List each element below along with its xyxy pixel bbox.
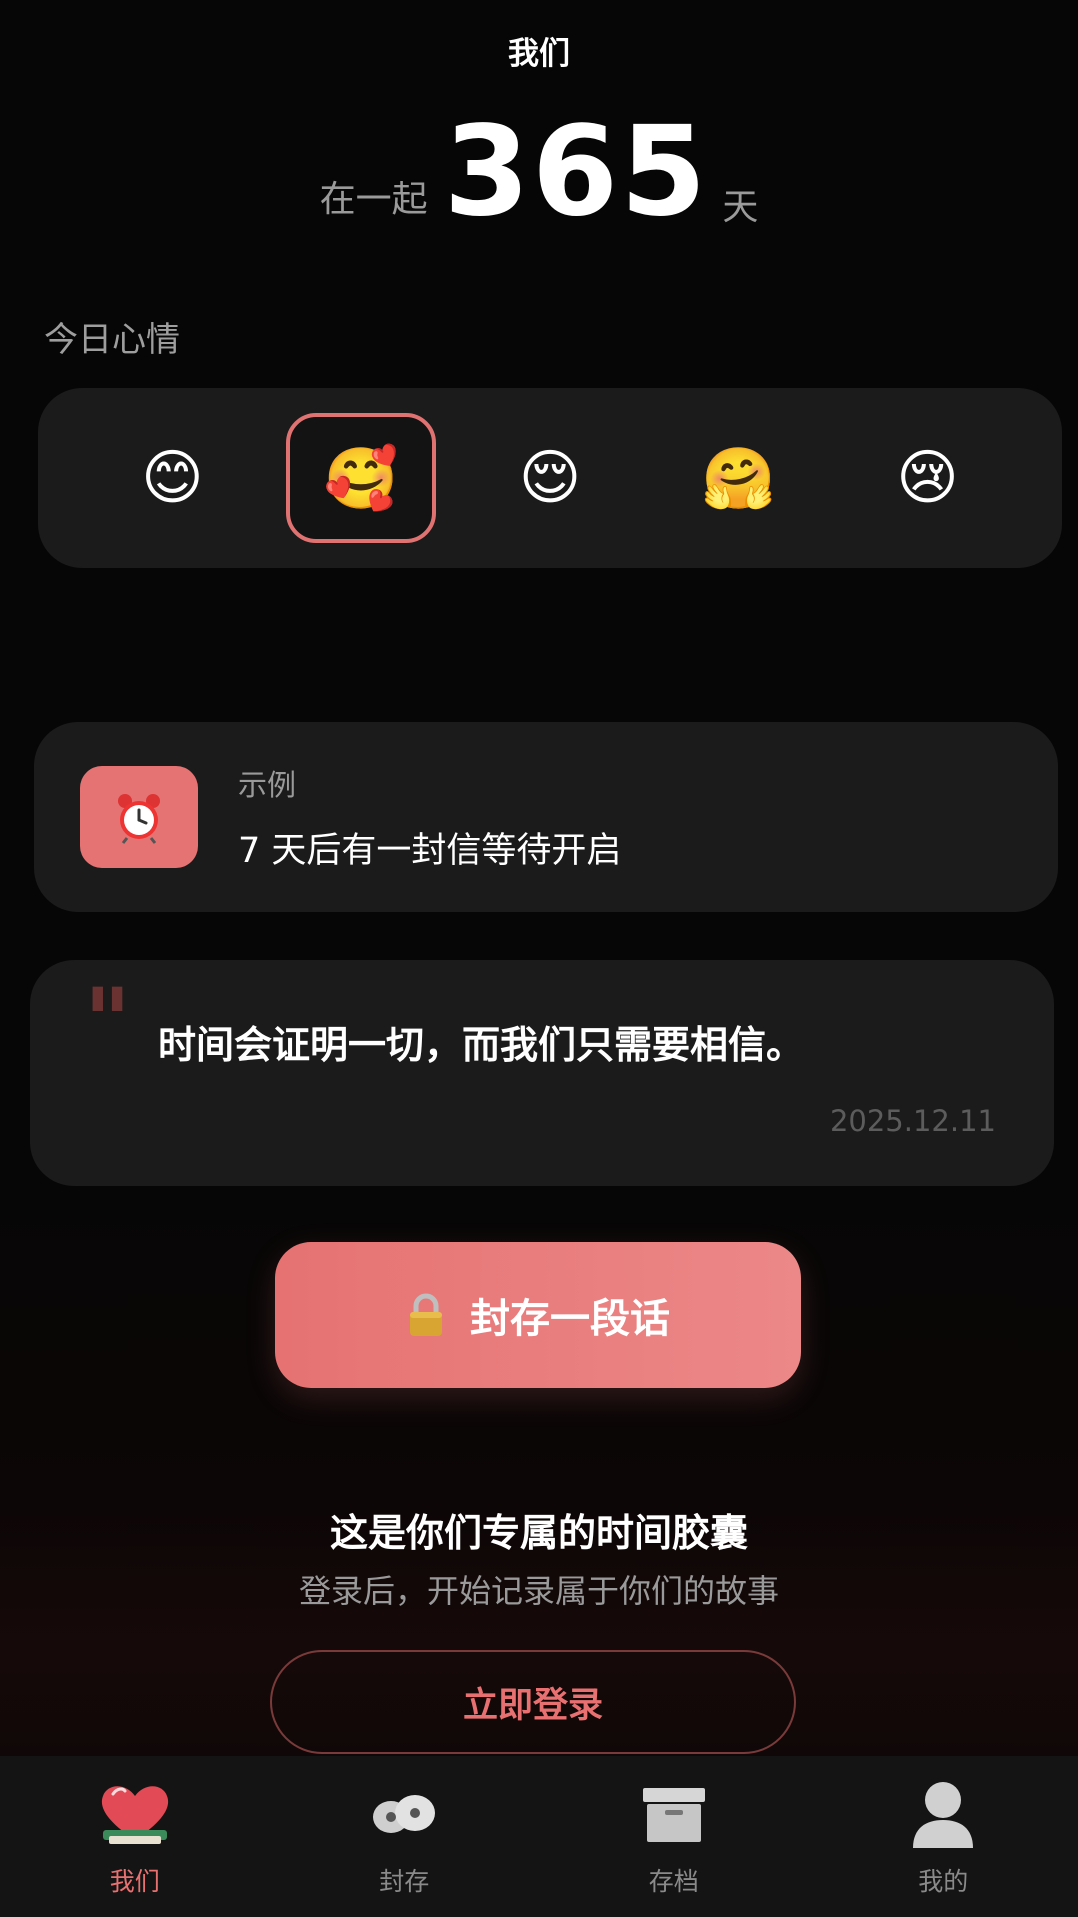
alarm-clock-icon [80, 766, 198, 868]
hugging-face-icon: 🤗 [701, 443, 777, 514]
seal-button-label: 封存一段话 [470, 1296, 670, 1342]
tab-me[interactable]: 我的 [843, 1770, 1043, 1898]
login-button[interactable]: 立即登录 [270, 1650, 796, 1754]
lock-icon [406, 1293, 446, 1337]
reminder-tag: 示例 [238, 767, 297, 802]
counter-suffix: 天 [722, 187, 759, 228]
mood-picker: 😊 🥰 😌 🤗 😢 [38, 388, 1062, 568]
sealed-icon [369, 1770, 439, 1858]
tab-us-label: 我们 [109, 1867, 160, 1896]
reminder-message: 7 天后有一封信等待开启 [238, 830, 622, 871]
heart-icon [95, 1770, 175, 1858]
smiling-face-with-hearts-icon: 🥰 [323, 443, 399, 514]
bottom-tab-bar: 我们 封存 存档 我的 [0, 1756, 1078, 1917]
promo-title: 这是你们专属的时间胶囊 [329, 1511, 748, 1555]
crying-face-icon: 😢 [896, 443, 959, 513]
counter-days: 365 [443, 100, 709, 244]
quote-card: " 时间会证明一切，而我们只需要相信。 2025.12.11 [30, 960, 1054, 1186]
mood-option-relieved[interactable]: 😌 [475, 413, 625, 543]
promo-subtitle: 登录后，开始记录属于你们的故事 [298, 1572, 779, 1610]
person-icon [910, 1770, 976, 1858]
smiling-face-icon: 😊 [141, 443, 204, 513]
tab-archive[interactable]: 存档 [574, 1770, 774, 1898]
tab-archive-label: 存档 [648, 1867, 699, 1896]
mood-option-love[interactable]: 🥰 [286, 413, 437, 543]
page-title: 我们 [508, 36, 570, 72]
seal-message-button[interactable]: 封存一段话 [275, 1242, 801, 1388]
archive-box-icon [641, 1770, 707, 1858]
mood-option-hug[interactable]: 🤗 [664, 413, 814, 543]
counter-prefix: 在一起 [319, 179, 428, 220]
quote-mark-icon: " [84, 968, 131, 1074]
tab-me-label: 我的 [918, 1867, 969, 1896]
quote-date: 2025.12.11 [829, 1104, 996, 1138]
mood-section-label: 今日心情 [44, 320, 180, 360]
page: 我们 在一起 365 天 今日心情 😊 🥰 😌 🤗 😢 示例 7 天后有一封信等… [0, 0, 1078, 1917]
letter-reminder-card[interactable]: 示例 7 天后有一封信等待开启 [34, 722, 1058, 912]
mood-option-sad[interactable]: 😢 [853, 413, 1003, 543]
mood-option-smile[interactable]: 😊 [97, 413, 247, 543]
quote-text: 时间会证明一切，而我们只需要相信。 [158, 1023, 805, 1067]
tab-us[interactable]: 我们 [35, 1770, 235, 1898]
relieved-face-icon: 😌 [518, 443, 582, 513]
tab-sealed-label: 封存 [379, 1867, 430, 1896]
days-together-counter: 在一起 365 天 [0, 110, 1078, 234]
tab-sealed[interactable]: 封存 [304, 1770, 504, 1898]
